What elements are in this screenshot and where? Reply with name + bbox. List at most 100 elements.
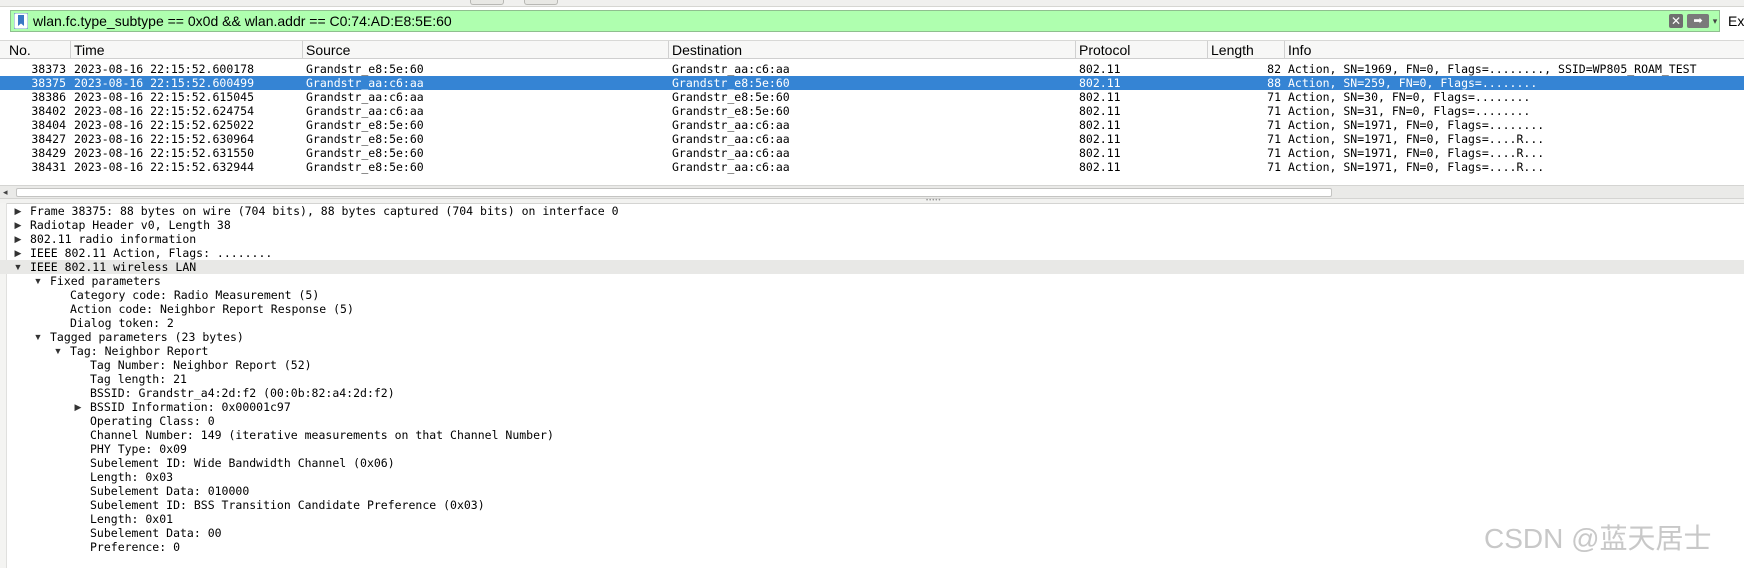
detail-node[interactable]: ▶ Frame 38375: 88 bytes on wire (704 bits… [0, 204, 1744, 218]
expanded-triangle-icon[interactable]: ▼ [33, 274, 43, 288]
detail-node-label: Tagged parameters (23 bytes) [50, 330, 244, 344]
cell-protocol: 802.11 [1079, 132, 1121, 146]
detail-node-label: Preference: 0 [90, 540, 181, 554]
packet-row[interactable]: 38386 2023-08-16 22:15:52.615045 Grandstr_… [0, 90, 1744, 104]
bookmark-icon[interactable] [14, 13, 28, 29]
detail-node[interactable]: ▼ IEEE 802.11 wireless LAN [0, 260, 1744, 274]
packet-list-header: No. Time Source Destination Protocol Len… [0, 40, 1744, 59]
collapsed-triangle-icon[interactable]: ▶ [13, 232, 23, 246]
collapsed-triangle-icon[interactable]: ▶ [13, 204, 23, 218]
cell-no: 38402 [31, 104, 66, 118]
cell-destination: Grandstr_aa:c6:aa [672, 132, 790, 146]
detail-node-label: Frame 38375: 88 bytes on wire (704 bits)… [30, 204, 619, 218]
column-header-no[interactable]: No. [6, 41, 71, 59]
detail-node[interactable]: PHY Type: 0x09 [0, 442, 1744, 456]
cell-time: 2023-08-16 22:15:52.631550 [74, 146, 255, 160]
detail-node[interactable]: Channel Number: 149 (iterative measureme… [0, 428, 1744, 442]
detail-node[interactable]: Dialog token: 2 [0, 316, 1744, 330]
expression-button[interactable]: Ex [1728, 13, 1744, 30]
detail-node[interactable]: Subelement Data: 010000 [0, 484, 1744, 498]
collapsed-triangle-icon[interactable]: ▶ [13, 218, 23, 232]
expanded-triangle-icon[interactable]: ▼ [53, 344, 63, 358]
detail-node[interactable]: Length: 0x01 [0, 512, 1744, 526]
packet-row[interactable]: 38427 2023-08-16 22:15:52.630964 Grandstr_… [0, 132, 1744, 146]
chevron-down-icon[interactable]: ▾ [1711, 13, 1719, 29]
detail-node[interactable]: Action code: Neighbor Report Response (5… [0, 302, 1744, 316]
packet-row[interactable]: 38404 2023-08-16 22:15:52.625022 Grandstr_… [0, 118, 1744, 132]
cell-info: Action, SN=1971, FN=0, Flags=....R... [1288, 132, 1545, 146]
clear-icon[interactable]: ✕ [1669, 14, 1683, 28]
cell-protocol: 802.11 [1079, 118, 1121, 132]
cell-length: 71 [1267, 160, 1281, 174]
cell-destination: Grandstr_aa:c6:aa [672, 118, 790, 132]
cell-destination: Grandstr_e8:5e:60 [672, 90, 790, 104]
column-header-source[interactable]: Source [303, 41, 669, 59]
cell-time: 2023-08-16 22:15:52.625022 [74, 118, 255, 132]
detail-node[interactable]: ▶ BSSID Information: 0x00001c97 [0, 400, 1744, 414]
display-filter-bar[interactable]: wlan.fc.type_subtype == 0x0d && wlan.add… [10, 10, 1720, 32]
detail-node-label: BSSID Information: 0x00001c97 [90, 400, 291, 414]
horizontal-scrollbar[interactable]: ◂ [0, 185, 1744, 199]
cell-no: 38431 [31, 160, 66, 174]
cell-no: 38427 [31, 132, 66, 146]
display-filter-input[interactable]: wlan.fc.type_subtype == 0x0d && wlan.add… [33, 13, 452, 30]
toolbar-strip [0, 0, 1744, 7]
detail-node-label: Length: 0x03 [90, 470, 174, 484]
cell-no: 38375 [31, 76, 66, 90]
scrollbar-thumb[interactable] [16, 188, 1332, 197]
cell-time: 2023-08-16 22:15:52.600499 [74, 76, 255, 90]
detail-node[interactable]: ▼ Tag: Neighbor Report [0, 344, 1744, 358]
cell-length: 71 [1267, 104, 1281, 118]
cell-destination: Grandstr_e8:5e:60 [672, 76, 790, 90]
detail-node[interactable]: Tag Number: Neighbor Report (52) [0, 358, 1744, 372]
cell-length: 82 [1267, 62, 1281, 76]
detail-node[interactable]: Tag length: 21 [0, 372, 1744, 386]
detail-node[interactable]: Subelement Data: 00 [0, 526, 1744, 540]
detail-node-label: BSSID: Grandstr_a4:2d:f2 (00:0b:82:a4:2d… [90, 386, 395, 400]
packet-row[interactable]: 38402 2023-08-16 22:15:52.624754 Grandstr_… [0, 104, 1744, 118]
detail-node[interactable]: Operating Class: 0 [0, 414, 1744, 428]
detail-node-label: PHY Type: 0x09 [90, 442, 187, 456]
cell-no: 38386 [31, 90, 66, 104]
detail-node[interactable]: Length: 0x03 [0, 470, 1744, 484]
column-header-destination[interactable]: Destination [669, 41, 1076, 59]
detail-node[interactable]: ▶ IEEE 802.11 Action, Flags: ........ [0, 246, 1744, 260]
detail-node-label: Subelement Data: 00 [90, 526, 222, 540]
packet-row[interactable]: 38373 2023-08-16 22:15:52.600178 Grandstr_… [0, 62, 1744, 76]
expanded-triangle-icon[interactable]: ▼ [33, 330, 43, 344]
detail-node[interactable]: BSSID: Grandstr_a4:2d:f2 (00:0b:82:a4:2d… [0, 386, 1744, 400]
expanded-triangle-icon[interactable]: ▼ [13, 260, 23, 274]
cell-source: Grandstr_e8:5e:60 [306, 118, 424, 132]
packet-row[interactable]: 38429 2023-08-16 22:15:52.631550 Grandstr_… [0, 146, 1744, 160]
column-header-protocol[interactable]: Protocol [1076, 41, 1208, 59]
detail-node-label: Fixed parameters [50, 274, 161, 288]
detail-node-label: Subelement ID: Wide Bandwidth Channel (0… [90, 456, 395, 470]
collapsed-triangle-icon[interactable]: ▶ [73, 400, 83, 414]
detail-node[interactable]: Subelement ID: Wide Bandwidth Channel (0… [0, 456, 1744, 470]
detail-node-label: 802.11 radio information [30, 232, 197, 246]
detail-node[interactable]: ▶ Radiotap Header v0, Length 38 [0, 218, 1744, 232]
arrow-right-icon[interactable]: ➡ [1687, 14, 1709, 28]
collapsed-triangle-icon[interactable]: ▶ [13, 246, 23, 260]
detail-node[interactable]: ▼ Tagged parameters (23 bytes) [0, 330, 1744, 344]
detail-node[interactable]: Subelement ID: BSS Transition Candidate … [0, 498, 1744, 512]
cell-length: 71 [1267, 90, 1281, 104]
column-header-time[interactable]: Time [71, 41, 303, 59]
detail-node[interactable]: Preference: 0 [0, 540, 1744, 554]
cell-source: Grandstr_e8:5e:60 [306, 132, 424, 146]
toolbar-button[interactable] [470, 0, 504, 5]
cell-info: Action, SN=1971, FN=0, Flags=....R... [1288, 160, 1545, 174]
column-header-length[interactable]: Length [1208, 41, 1285, 59]
detail-node[interactable]: Category code: Radio Measurement (5) [0, 288, 1744, 302]
cell-protocol: 802.11 [1079, 62, 1121, 76]
packet-row-selected[interactable]: 38375 2023-08-16 22:15:52.600499 Grandstr_… [0, 76, 1744, 90]
cell-source: Grandstr_e8:5e:60 [306, 62, 424, 76]
packet-row[interactable]: 38431 2023-08-16 22:15:52.632944 Grandstr_… [0, 160, 1744, 174]
cell-source: Grandstr_aa:c6:aa [306, 76, 424, 90]
detail-node[interactable]: ▶ 802.11 radio information [0, 232, 1744, 246]
scroll-left-icon[interactable]: ◂ [3, 186, 8, 199]
detail-node[interactable]: ▼ Fixed parameters [0, 274, 1744, 288]
cell-info: Action, SN=1971, FN=0, Flags=....R... [1288, 146, 1545, 160]
toolbar-button[interactable] [524, 0, 558, 5]
column-header-info[interactable]: Info [1285, 41, 1744, 59]
